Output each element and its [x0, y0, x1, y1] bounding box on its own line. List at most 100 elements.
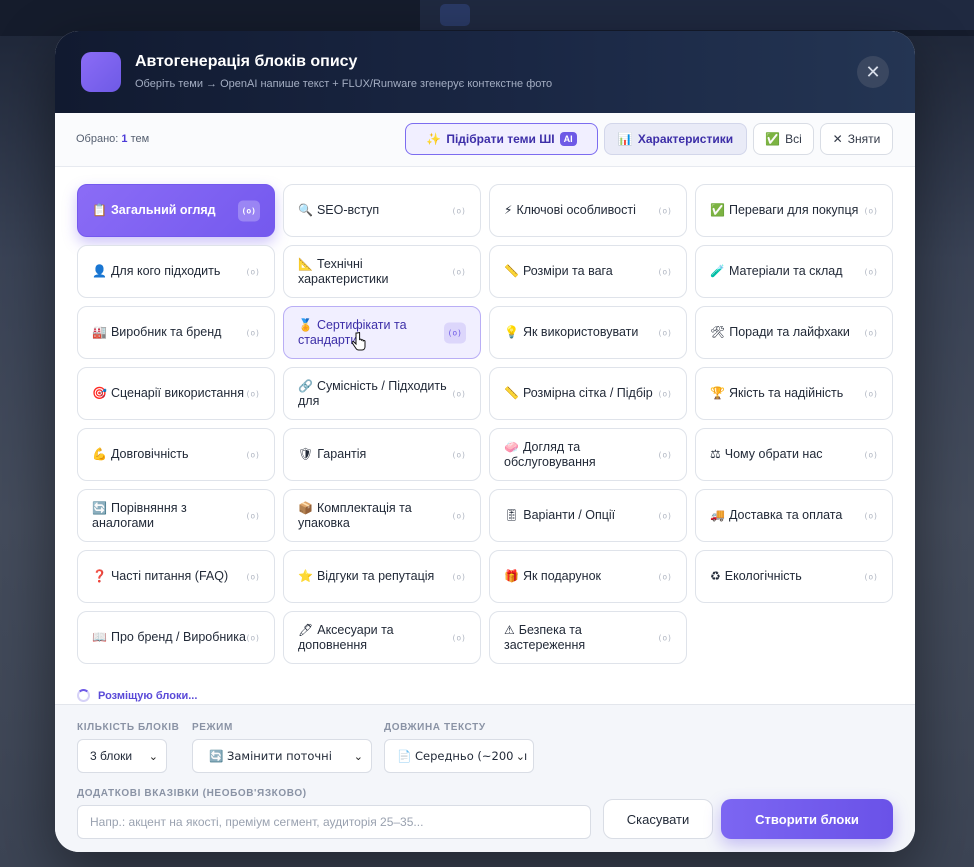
spinner-icon	[77, 689, 90, 702]
topic-icon: 🧪	[710, 264, 725, 278]
topic-card[interactable]: 🧪 Матеріали та склад (o)	[695, 245, 893, 298]
topic-card[interactable]: ⚠ Безпека та застереження (o)	[489, 611, 687, 664]
topic-card[interactable]: 🛡 Гарантія (o)	[283, 428, 481, 481]
text-length-value: 📄 Середньо (~200сл	[397, 749, 528, 763]
topic-card[interactable]: 🧼 Догляд та обслуговування (o)	[489, 428, 687, 481]
topic-label: Виробник та бренд	[110, 325, 222, 339]
topic-text: 🔗 Сумісність / Підходить для	[298, 379, 452, 409]
topic-icon: 📖	[92, 630, 107, 644]
topic-card[interactable]: ♻ Екологічність (o)	[695, 550, 893, 603]
topic-label: Довговічність	[110, 447, 189, 461]
topic-text: ❓ Часті питання (FAQ)	[92, 569, 228, 584]
topic-label: Матеріали та склад	[728, 264, 843, 278]
topic-card[interactable]: 🎚 Варіанти / Опції (o)	[489, 489, 687, 542]
topic-card[interactable]: 📖 Про бренд / Виробника (o)	[77, 611, 275, 664]
topic-card[interactable]: ⚡ Ключові особливості (o)	[489, 184, 687, 237]
topic-card[interactable]: 🔍 SEO-вступ (o)	[283, 184, 481, 237]
topic-card[interactable]: 🎁 Як подарунок (o)	[489, 550, 687, 603]
topic-tag: (o)	[451, 389, 466, 398]
topics-grid: 📋 Загальний огляд (o) 🔍 SEO-вступ (o) ⚡ Ключові…	[77, 184, 893, 664]
ai-suggest-label: Підібрати теми ШІ	[446, 132, 555, 146]
topic-label: Як подарунок	[522, 569, 601, 583]
topic-label: Якість та надійність	[728, 386, 844, 400]
topic-card[interactable]: 💪 Довговічність (o)	[77, 428, 275, 481]
selected-count-text: Обрано: 1 тем	[76, 133, 149, 145]
mode-select[interactable]: 🔄 Замінити поточні ⌄	[192, 739, 372, 773]
characteristics-button[interactable]: 📊 Характеристики	[604, 123, 747, 155]
select-all-button[interactable]: ✅ Всі	[753, 123, 814, 155]
mode-label: РЕЖИМ	[192, 722, 233, 733]
topic-icon: 🎯	[92, 386, 107, 400]
notes-input[interactable]: Напр.: акцент на якості, преміум сегмент…	[77, 805, 591, 839]
topic-label: Варіанти / Опції	[523, 508, 616, 522]
topic-text: ✅ Переваги для покупця	[710, 203, 858, 218]
topic-card[interactable]: 📏 Розмірна сітка / Підбір (o)	[489, 367, 687, 420]
topic-card[interactable]: 🎯 Сценарії використання (o)	[77, 367, 275, 420]
create-blocks-button[interactable]: Створити блоки	[721, 799, 893, 839]
topic-text: 📋 Загальний огляд	[92, 203, 216, 218]
topic-card[interactable]: 🔗 Сумісність / Підходить для (o)	[283, 367, 481, 420]
topic-icon: ✅	[710, 203, 725, 217]
topic-text: ⚡ Ключові особливості	[504, 203, 636, 218]
topic-card[interactable]: 🔄 Порівняння з аналогами (o)	[77, 489, 275, 542]
topic-card[interactable]: 🏭 Виробник та бренд (o)	[77, 306, 275, 359]
topic-icon: 🏆	[710, 386, 725, 400]
selected-count: 1	[121, 133, 128, 145]
x-icon: ✕	[832, 132, 843, 146]
cancel-button[interactable]: Скасувати	[603, 799, 713, 839]
sparkle-icon: ✨	[426, 132, 442, 146]
topic-icon: 🖊	[298, 622, 314, 637]
topic-card[interactable]: 🏆 Якість та надійність (o)	[695, 367, 893, 420]
topic-icon: ♻	[710, 569, 721, 583]
topic-icon: 🏭	[92, 325, 107, 339]
topic-card[interactable]: 🖊 Аксесуари та доповнення (o)	[283, 611, 481, 664]
topic-card[interactable]: ⭐ Відгуки та репутація (o)	[283, 550, 481, 603]
generation-settings: КІЛЬКІСТЬ БЛОКІВ РЕЖИМ ДОВЖИНА ТЕКСТУ 3 …	[55, 704, 915, 852]
topic-tag: (o)	[657, 572, 672, 581]
topic-card[interactable]: 📐 Технічні характеристики (o)	[283, 245, 481, 298]
topic-card[interactable]: 📋 Загальний огляд (o)	[77, 184, 275, 237]
topic-tag: (o)	[863, 267, 878, 276]
select-all-label: Всі	[785, 132, 802, 146]
chevron-down-icon: ⌄	[353, 750, 363, 763]
topic-icon: 🎚	[504, 508, 520, 522]
block-count-select[interactable]: 3 блоки ⌄	[77, 739, 167, 773]
topic-card[interactable]: ✅ Переваги для покупця (o)	[695, 184, 893, 237]
ai-suggest-button[interactable]: ✨ Підібрати теми ШІ AI	[405, 123, 598, 155]
topic-text: 🎁 Як подарунок	[504, 569, 601, 584]
topic-card[interactable]: 👤 Для кого підходить (o)	[77, 245, 275, 298]
chevron-down-icon: ⌄	[148, 750, 158, 763]
topic-text: ⚖ Чому обрати нас	[710, 447, 823, 462]
topic-card[interactable]: 🏅 Сертифікати та стандарти (o)	[283, 306, 481, 359]
topic-card[interactable]: 🚚 Доставка та оплата (o)	[695, 489, 893, 542]
topic-card[interactable]: 📏 Розміри та вага (o)	[489, 245, 687, 298]
ai-badge: AI	[559, 132, 577, 146]
topic-card[interactable]: 💡 Як використовувати (o)	[489, 306, 687, 359]
placing-status: Розміщую блоки...	[77, 689, 197, 702]
topic-label: Чому обрати нас	[724, 447, 823, 461]
close-button[interactable]: ✕	[857, 56, 889, 88]
topic-card[interactable]: ⚖ Чому обрати нас (o)	[695, 428, 893, 481]
topic-text: 🔍 SEO-вступ	[298, 203, 379, 218]
topic-card[interactable]: 🛠 Поради та лайфхаки (o)	[695, 306, 893, 359]
topic-text: 🛡 Гарантія	[298, 447, 366, 462]
topic-label: Загальний огляд	[110, 203, 216, 217]
topics-grid-area: 📋 Загальний огляд (o) 🔍 SEO-вступ (o) ⚡ Ключові…	[77, 184, 893, 664]
mode-value: 🔄 Замінити поточні	[209, 749, 332, 763]
topic-card[interactable]: ❓ Часті питання (FAQ) (o)	[77, 550, 275, 603]
topic-label: Відгуки та репутація	[316, 569, 435, 583]
backdrop-toolbar	[420, 0, 974, 30]
topic-icon: ⚠	[504, 622, 515, 637]
pointer-cursor-icon	[351, 332, 366, 351]
topic-text: 🧪 Матеріали та склад	[710, 264, 843, 279]
topic-label: Екологічність	[724, 569, 802, 583]
text-length-select[interactable]: 📄 Середньо (~200сл ⌄	[384, 739, 534, 773]
topic-text: 🏭 Виробник та бренд	[92, 325, 221, 340]
topic-tag: (o)	[451, 633, 466, 642]
clear-selection-button[interactable]: ✕ Зняти	[820, 123, 893, 155]
topic-label: SEO-вступ	[316, 203, 380, 217]
topic-card[interactable]: 📦 Комплектація та упаковка (o)	[283, 489, 481, 542]
topic-tag: (o)	[245, 572, 260, 581]
backdrop-icon	[440, 4, 470, 26]
text-length-label: ДОВЖИНА ТЕКСТУ	[384, 722, 486, 733]
